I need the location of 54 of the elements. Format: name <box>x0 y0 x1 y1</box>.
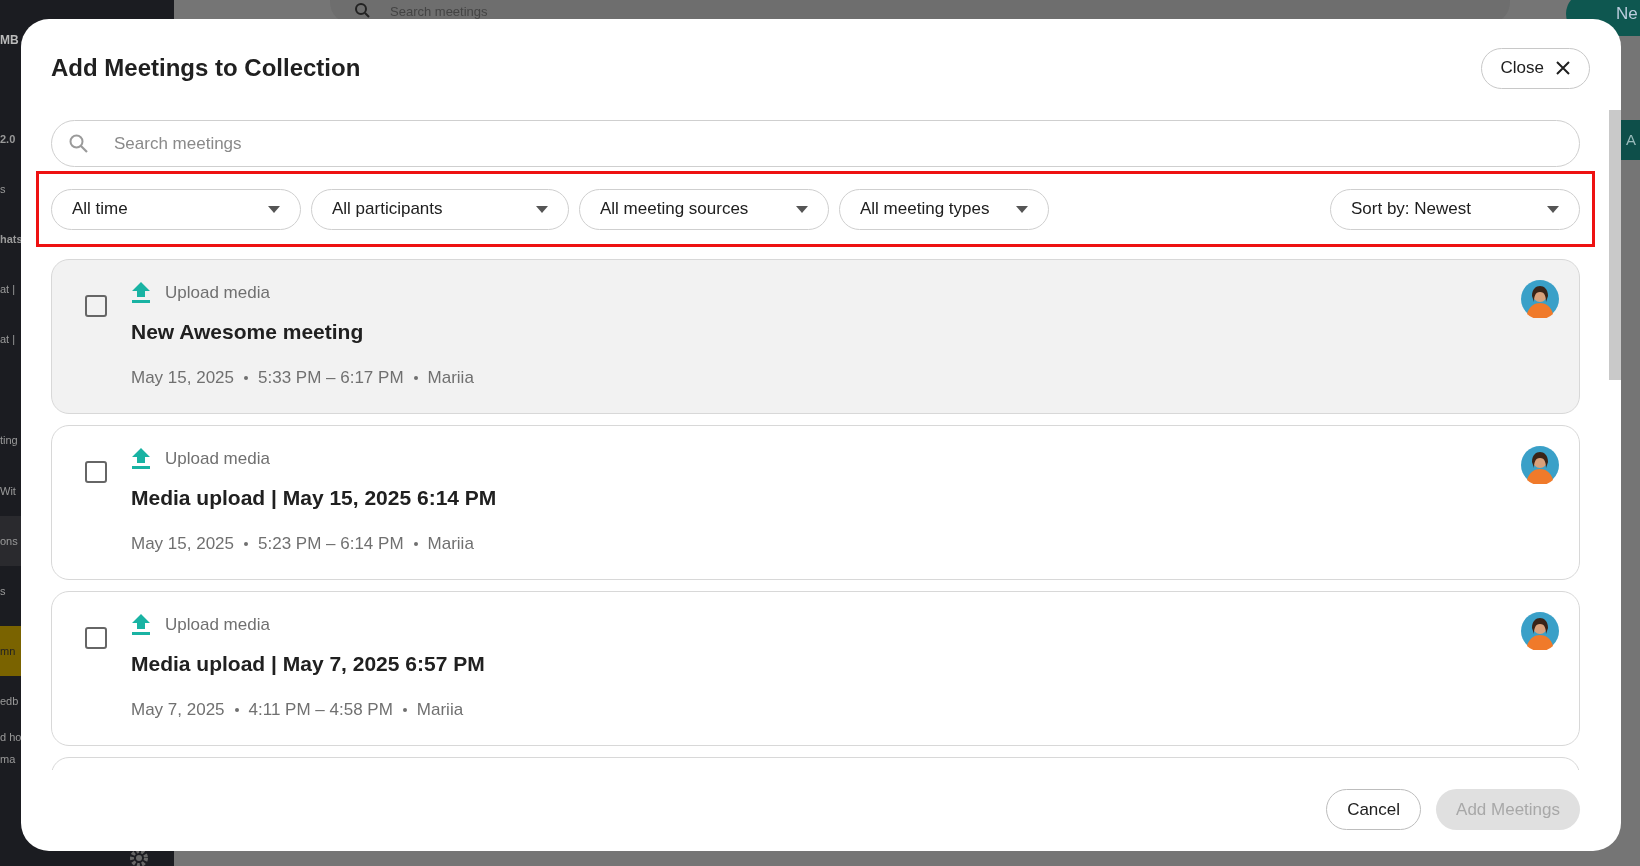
search-input[interactable]: Search meetings <box>114 130 1579 157</box>
sidebar-item[interactable]: ons <box>0 535 18 547</box>
cancel-button[interactable]: Cancel <box>1326 789 1422 830</box>
dialog-title: Add Meetings to Collection <box>51 53 361 83</box>
meeting-time: 5:33 PM – 6:17 PM <box>258 367 404 389</box>
sidebar-item[interactable]: edb <box>0 695 19 707</box>
sidebar-item[interactable]: at | <box>0 283 16 295</box>
avatar-icon <box>1521 612 1559 650</box>
search-icon <box>354 2 370 18</box>
close-icon <box>1556 61 1570 75</box>
caret-icon <box>796 205 808 213</box>
meeting-title: New Awesome meeting <box>131 318 365 345</box>
meeting-owner: Mariia <box>427 533 474 555</box>
meeting-date: May 15, 2025 <box>131 533 234 555</box>
meeting-date: May 15, 2025 <box>131 367 234 389</box>
meeting-title: Media upload | May 15, 2025 6:14 PM <box>131 484 498 511</box>
search-icon <box>69 134 88 153</box>
caret-icon <box>1016 205 1028 213</box>
upload-icon <box>131 447 151 470</box>
caret-icon <box>536 205 548 213</box>
checkbox[interactable] <box>85 461 107 483</box>
sidebar-item[interactable]: at | <box>0 333 16 345</box>
meeting-source: Upload media <box>165 282 270 304</box>
meeting-card[interactable]: Upload media New Awesome meeting May 15, 2025 5:33 PM – 6:17 PM Mariia <box>51 259 1580 414</box>
upload-icon <box>131 613 151 636</box>
meeting-time: 5:23 PM – 6:14 PM <box>258 533 404 555</box>
caret-icon <box>1547 205 1559 213</box>
meeting-source: Upload media <box>165 448 270 470</box>
side-tab[interactable]: A <box>1620 120 1640 160</box>
meeting-time: 4:11 PM – 4:58 PM <box>248 699 393 721</box>
upload-icon <box>131 281 151 304</box>
sidebar-item[interactable]: ting <box>0 434 18 446</box>
meeting-card[interactable]: Upload media Media upload | May 7, 2025 6:57 PM May 7, 2025 4:11 PM – 4:58 PM Mariia <box>51 591 1580 746</box>
sidebar-item[interactable]: s <box>0 183 6 195</box>
sidebar-item[interactable]: ma <box>0 753 16 765</box>
sidebar-item[interactable]: s <box>0 585 6 597</box>
meeting-source: Upload media <box>165 614 270 636</box>
meeting-card[interactable]: Upload media Media upload | May 15, 2025 6:14 PM May 15, 2025 5:23 PM – 6:14 PM Mariia <box>51 425 1580 580</box>
checkbox[interactable] <box>85 627 107 649</box>
sidebar-item[interactable]: d ho <box>0 731 22 743</box>
meeting-owner: Mariia <box>427 367 474 389</box>
meeting-title: Media upload | May 7, 2025 6:57 PM <box>131 650 486 677</box>
logo-text: MB <box>0 34 19 46</box>
sidebar-item[interactable]: Wit <box>0 485 16 497</box>
settings-icon[interactable] <box>129 848 149 866</box>
checkbox[interactable] <box>85 295 107 317</box>
scrollbar-thumb[interactable] <box>1609 110 1621 380</box>
sidebar-item[interactable]: 2.0 <box>0 133 16 145</box>
caret-icon <box>268 205 280 213</box>
meeting-owner: Mariia <box>416 699 464 721</box>
meeting-date: May 7, 2025 <box>131 699 225 721</box>
avatar-icon <box>1521 446 1559 484</box>
sidebar-item[interactable]: hats <box>0 233 23 245</box>
avatar-icon <box>1521 280 1559 318</box>
